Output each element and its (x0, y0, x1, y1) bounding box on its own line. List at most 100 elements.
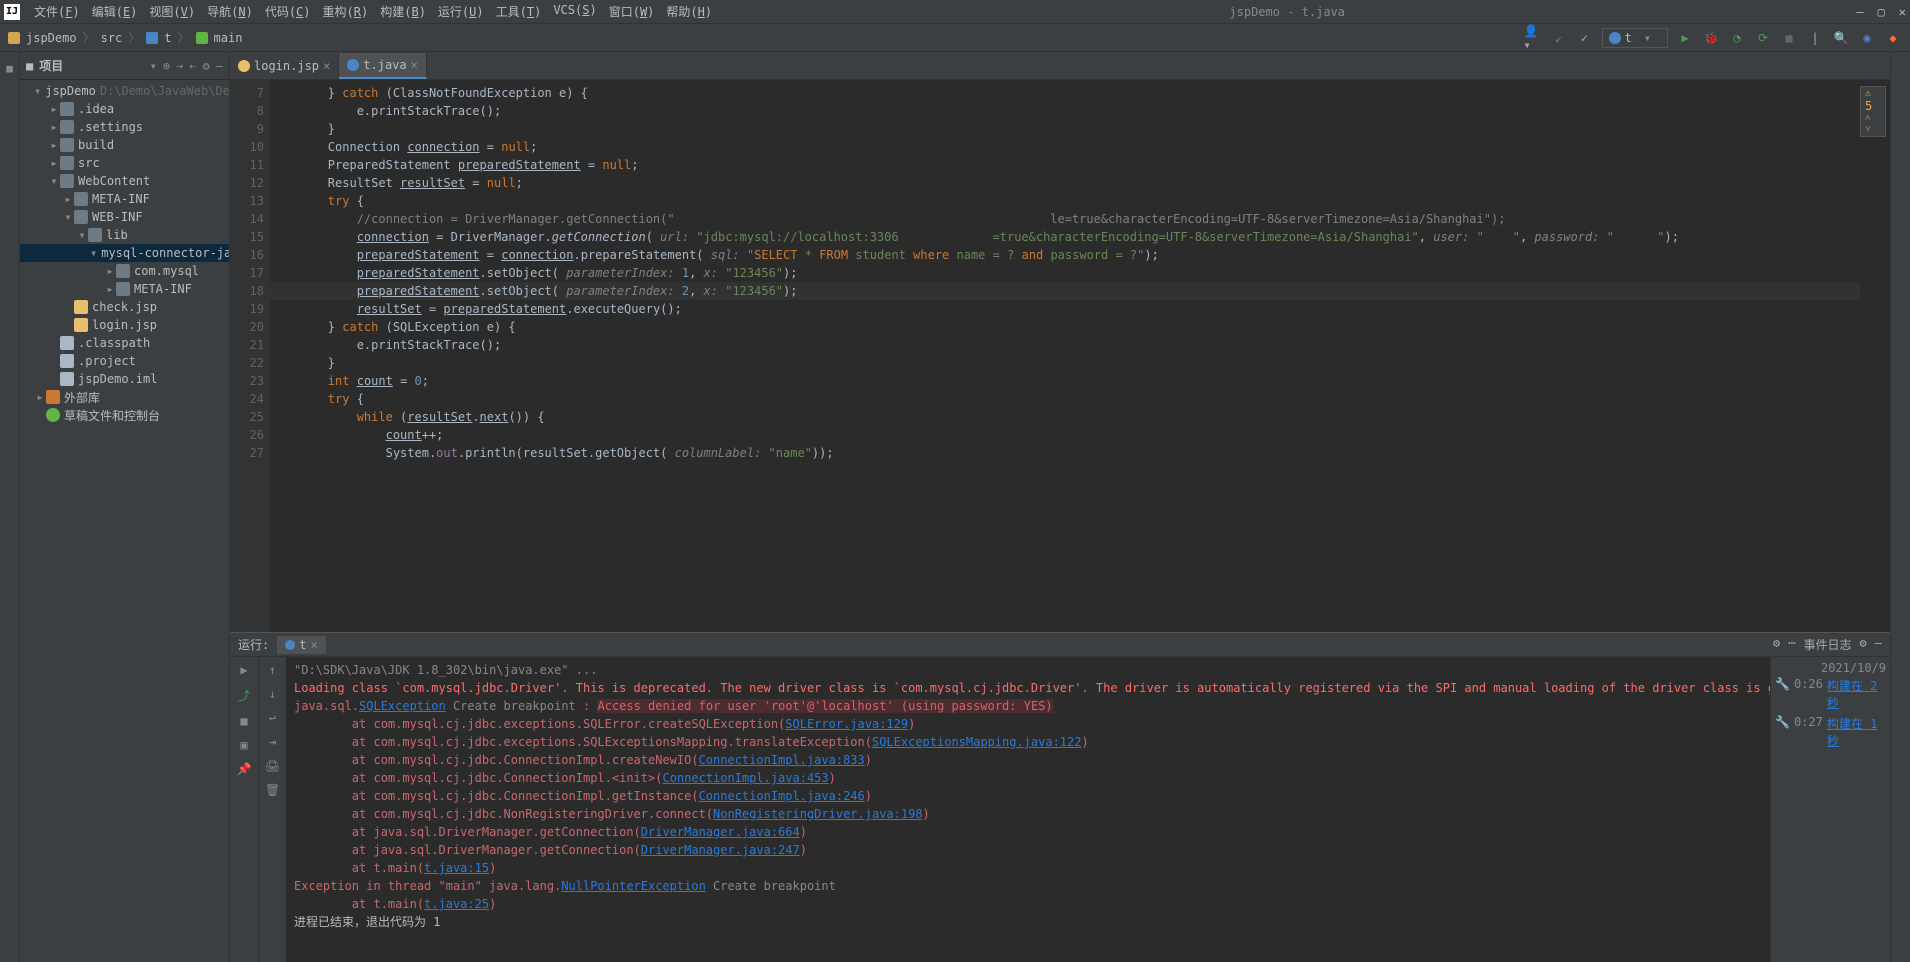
editor-tabs: login.jsp×t.java× (230, 52, 1890, 80)
search-everywhere-icon[interactable]: 🔍 (1832, 29, 1850, 47)
main-area: ■ ■ 项目 ▾ ⊕ ⇢ ⇠ ⚙ — ▾jspDemoD:\Demo\JavaW… (0, 52, 1910, 962)
breadcrumb[interactable]: jspDemo〉src〉t〉main (0, 29, 1524, 46)
tree-com.mysql[interactable]: ▸com.mysql (20, 262, 229, 280)
left-tool-stripe: ■ (0, 52, 20, 962)
menu-帮助[interactable]: 帮助(H) (660, 3, 718, 20)
vcs-commit-icon[interactable]: ✓ (1576, 29, 1594, 47)
run-more-icon[interactable]: ⋯ (1788, 636, 1795, 653)
menu-构建[interactable]: 构建(B) (374, 3, 432, 20)
select-opened-icon[interactable]: ⊕ (163, 59, 170, 73)
gear-icon[interactable]: ⚙ (203, 59, 210, 73)
run-config-selector[interactable]: t ▾ (1602, 28, 1668, 48)
project-view-icon: ■ (26, 59, 33, 73)
menu-视图[interactable]: 视图(V) (143, 3, 201, 20)
menu-文件[interactable]: 文件(F) (28, 3, 86, 20)
close-button[interactable]: ✕ (1899, 5, 1906, 19)
profile-button[interactable]: ⟳ (1754, 29, 1772, 47)
print-icon[interactable]: 🖨 (265, 759, 280, 773)
tree-lib[interactable]: ▾lib (20, 226, 229, 244)
clear-icon[interactable]: 🗑 (265, 783, 280, 797)
run-tool-window: 运行: t × ⚙ ⋯ 事件日志 ⚙ — ▶ ⤴ ■ (230, 632, 1890, 962)
project-tree[interactable]: ▾jspDemoD:\Demo\JavaWeb\Demo\▸.idea▸.set… (20, 80, 229, 962)
coverage-button[interactable]: ◔ (1728, 29, 1746, 47)
crumb-src[interactable]: src (101, 31, 123, 45)
tree-mysql-connector-java-8.[interactable]: ▾mysql-connector-java-8. (20, 244, 229, 262)
restore-layout-icon[interactable]: ▣ (240, 738, 247, 752)
run-button[interactable]: ▶ (1676, 29, 1694, 47)
tree-check.jsp[interactable]: check.jsp (20, 298, 229, 316)
rerun-button[interactable]: ▶ (240, 663, 247, 677)
tree-WebContent[interactable]: ▾WebContent (20, 172, 229, 190)
right-tool-stripe (1890, 52, 1910, 962)
tree-.project[interactable]: .project (20, 352, 229, 370)
dropdown-icon[interactable]: ▾ (150, 59, 157, 73)
vcs-update-icon[interactable]: ↙ (1550, 29, 1568, 47)
run-body: ▶ ⤴ ■ ▣ 📌 ↑ ↓ ↩ ⇥ 🖨 🗑 "D:\SDK\Java\JDK 1… (230, 657, 1890, 962)
console-output[interactable]: "D:\SDK\Java\JDK 1.8_302\bin\java.exe" .… (286, 657, 1770, 962)
tab-login.jsp[interactable]: login.jsp× (230, 53, 339, 79)
event-hide-icon[interactable]: — (1875, 636, 1882, 653)
menu-VCS[interactable]: VCS(S) (547, 3, 602, 20)
updates-icon[interactable]: ◆ (1884, 29, 1902, 47)
menu-窗口[interactable]: 窗口(W) (603, 3, 661, 20)
close-icon[interactable]: × (310, 638, 317, 652)
ide-settings-icon[interactable]: ◉ (1858, 29, 1876, 47)
tree-外部库[interactable]: ▸外部库 (20, 388, 229, 406)
problems-badge[interactable]: ⚠ 5 ˄ ˅ (1860, 86, 1886, 137)
tree-jspDemo[interactable]: ▾jspDemoD:\Demo\JavaWeb\Demo\ (20, 82, 229, 100)
stop-button[interactable]: ■ (1780, 29, 1798, 47)
hide-icon[interactable]: — (216, 59, 223, 73)
crumb-t[interactable]: t (164, 31, 171, 45)
tree-login.jsp[interactable]: login.jsp (20, 316, 229, 334)
menu-编辑[interactable]: 编辑(E) (86, 3, 144, 20)
event-gear-icon[interactable]: ⚙ (1860, 636, 1867, 653)
up-trace-icon[interactable]: ↑ (269, 663, 276, 677)
crumb-main[interactable]: main (214, 31, 243, 45)
menu-代码[interactable]: 代码(C) (259, 3, 317, 20)
maximize-button[interactable]: ▢ (1878, 5, 1885, 19)
menu-运行[interactable]: 运行(U) (432, 3, 490, 20)
project-panel: ■ 项目 ▾ ⊕ ⇢ ⇠ ⚙ — ▾jspDemoD:\Demo\JavaWeb… (20, 52, 230, 962)
menu-工具[interactable]: 工具(T) (490, 3, 548, 20)
crumb-jspDemo[interactable]: jspDemo (26, 31, 77, 45)
users-icon[interactable]: 👤▾ (1524, 29, 1542, 47)
project-tool-button[interactable]: ■ (3, 58, 16, 79)
run-title: 运行: (238, 636, 269, 653)
scroll-end-icon[interactable]: ⇥ (269, 735, 276, 749)
down-trace-icon[interactable]: ↓ (269, 687, 276, 701)
run-tab[interactable]: t × (277, 636, 325, 654)
tree-META-INF[interactable]: ▸META-INF (20, 280, 229, 298)
collapse-all-icon[interactable]: ⇢ (176, 59, 183, 73)
tree-build[interactable]: ▸build (20, 136, 229, 154)
separator: | (1806, 29, 1824, 47)
project-header-title: 项目 (39, 57, 143, 74)
tree-jspDemo.iml[interactable]: jspDemo.iml (20, 370, 229, 388)
menubar: IJ 文件(F)编辑(E)视图(V)导航(N)代码(C)重构(R)构建(B)运行… (0, 0, 1910, 24)
minimize-button[interactable]: — (1856, 5, 1863, 19)
tree-META-INF[interactable]: ▸META-INF (20, 190, 229, 208)
event-log-label[interactable]: 事件日志 (1804, 636, 1852, 653)
console-toolbar: ↑ ↓ ↩ ⇥ 🖨 🗑 (258, 657, 286, 962)
attach-button[interactable]: ⤴ (238, 687, 250, 704)
tree-WEB-INF[interactable]: ▾WEB-INF (20, 208, 229, 226)
window-controls: — ▢ ✕ (1856, 5, 1906, 19)
tab-t.java[interactable]: t.java× (339, 53, 427, 79)
event-log[interactable]: 2021/10/9 🔧0:26构建在 2秒🔧0:27构建在 1秒 (1770, 657, 1890, 962)
toolbar-right: 👤▾ ↙ ✓ t ▾ ▶ 🐞 ◔ ⟳ ■ | 🔍 ◉ ◆ (1524, 28, 1910, 48)
pin-icon[interactable]: 📌 (237, 762, 252, 776)
tree-.idea[interactable]: ▸.idea (20, 100, 229, 118)
window-title: jspDemo - t.java (718, 5, 1856, 19)
tree-草稿文件和控制台[interactable]: 草稿文件和控制台 (20, 406, 229, 424)
tree-src[interactable]: ▸src (20, 154, 229, 172)
soft-wrap-icon[interactable]: ↩ (269, 711, 276, 725)
tree-.classpath[interactable]: .classpath (20, 334, 229, 352)
run-tab-icon (285, 640, 295, 650)
menu-导航[interactable]: 导航(N) (201, 3, 259, 20)
menu-重构[interactable]: 重构(R) (317, 3, 375, 20)
expand-all-icon[interactable]: ⇠ (189, 59, 196, 73)
tree-.settings[interactable]: ▸.settings (20, 118, 229, 136)
stop-run-button[interactable]: ■ (240, 714, 247, 728)
debug-button[interactable]: 🐞 (1702, 29, 1720, 47)
run-gear-icon[interactable]: ⚙ (1773, 636, 1780, 653)
ide-logo: IJ (4, 4, 20, 20)
